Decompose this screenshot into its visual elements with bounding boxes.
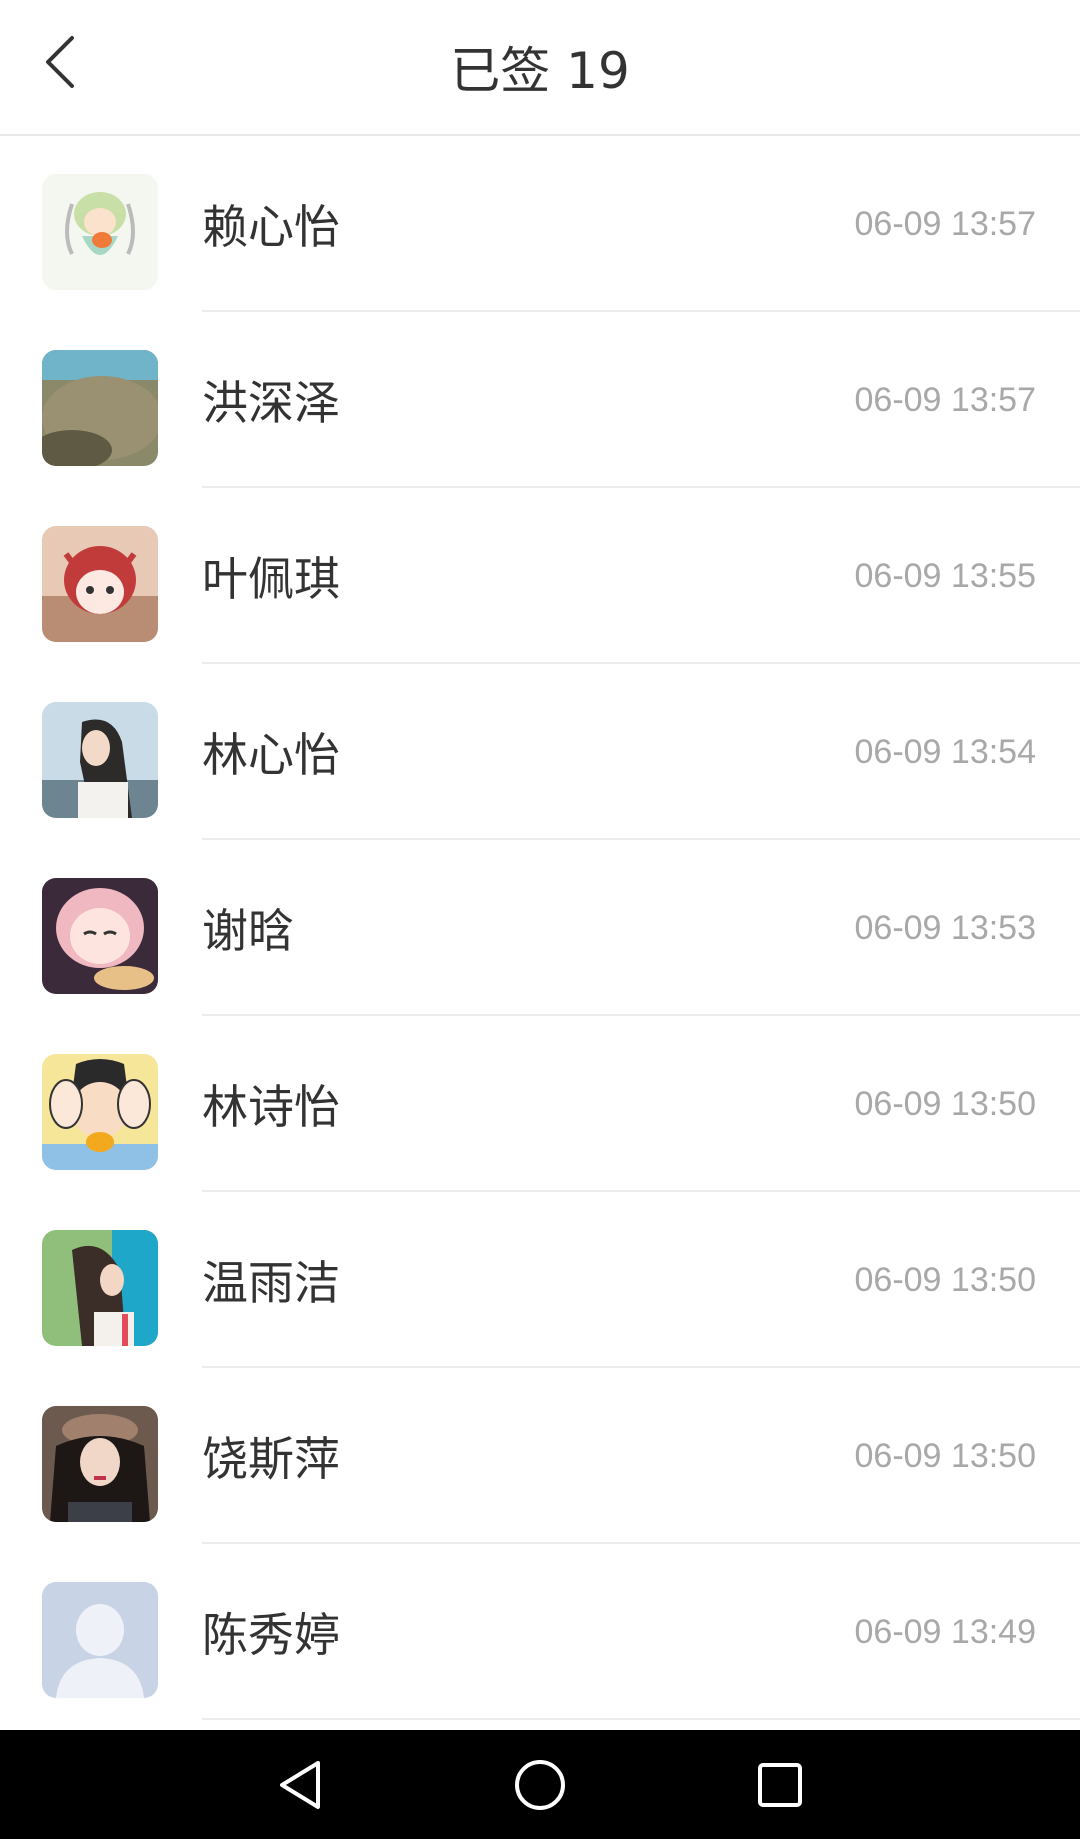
- contact-name: 赖心怡: [202, 200, 340, 254]
- nav-home-button[interactable]: [480, 1730, 600, 1839]
- sign-time: 06-09 13:53: [854, 908, 1037, 947]
- contact-name: 温雨洁: [202, 1256, 340, 1310]
- sign-time: 06-09 13:50: [854, 1084, 1037, 1123]
- sign-time: 06-09 13:55: [854, 556, 1037, 595]
- avatar: [42, 702, 158, 818]
- list-item[interactable]: 谢晗 06-09 13:53: [0, 840, 1080, 1016]
- system-nav-bar: [0, 1730, 1080, 1839]
- list-item[interactable]: 赖心怡 06-09 13:57: [0, 136, 1080, 312]
- sign-time: 06-09 13:57: [854, 380, 1037, 419]
- contact-name: 饶斯萍: [202, 1432, 340, 1486]
- avatar: [42, 878, 158, 994]
- list-item[interactable]: 温雨洁 06-09 13:50: [0, 1192, 1080, 1368]
- list-item[interactable]: 洪深泽 06-09 13:57: [0, 312, 1080, 488]
- square-recents-icon: [758, 1762, 802, 1807]
- circle-home-icon: [515, 1759, 565, 1810]
- signed-list: 赖心怡 06-09 13:57 洪深泽 06-09 13:57 叶佩琪 06-0…: [0, 136, 1080, 1720]
- avatar: [42, 1054, 158, 1170]
- nav-recents-button[interactable]: [720, 1730, 840, 1839]
- sign-time: 06-09 13:49: [854, 1612, 1037, 1651]
- contact-name: 谢晗: [202, 904, 294, 958]
- list-item[interactable]: 林诗怡 06-09 13:50: [0, 1016, 1080, 1192]
- contact-name: 林诗怡: [202, 1080, 340, 1134]
- sign-time: 06-09 13:54: [854, 732, 1037, 771]
- list-item[interactable]: 林心怡 06-09 13:54: [0, 664, 1080, 840]
- avatar: [42, 1406, 158, 1522]
- sign-time: 06-09 13:50: [854, 1436, 1037, 1475]
- list-item[interactable]: 饶斯萍 06-09 13:50: [0, 1368, 1080, 1544]
- contact-name: 洪深泽: [202, 376, 340, 430]
- avatar: [42, 174, 158, 290]
- contact-name: 林心怡: [202, 728, 340, 782]
- sign-time: 06-09 13:50: [854, 1260, 1037, 1299]
- page-title: 已签 19: [450, 42, 630, 100]
- divider: [202, 1718, 1080, 1720]
- avatar: [42, 1582, 158, 1698]
- avatar: [42, 350, 158, 466]
- triangle-back-icon: [280, 1760, 320, 1809]
- default-user-icon: [42, 1582, 158, 1698]
- avatar: [42, 1230, 158, 1346]
- avatar: [42, 526, 158, 642]
- contact-name: 叶佩琪: [202, 552, 340, 606]
- sign-time: 06-09 13:57: [854, 204, 1037, 243]
- header: 已签 19: [0, 0, 1080, 136]
- contact-name: 陈秀婷: [202, 1608, 340, 1662]
- nav-back-button[interactable]: [240, 1730, 360, 1839]
- list-item[interactable]: 叶佩琪 06-09 13:55: [0, 488, 1080, 664]
- list-item[interactable]: 陈秀婷 06-09 13:49: [0, 1544, 1080, 1720]
